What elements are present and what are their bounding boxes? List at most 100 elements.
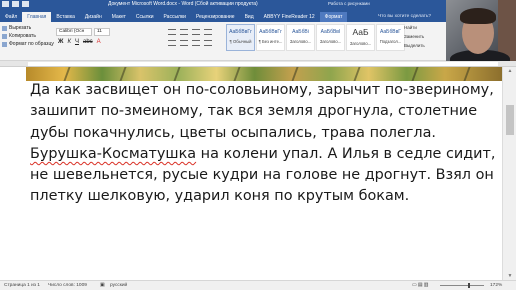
page-count[interactable]: Страница 1 из 1 [4, 283, 40, 288]
picture-detail [463, 67, 471, 81]
style-subtitle[interactable]: АаБбВвГ Подзагол... [376, 24, 405, 51]
scroll-up-icon[interactable]: ▲ [506, 68, 514, 74]
brush-icon [2, 41, 7, 47]
document-title: Документ Microsoft Word.docx - Word (Сбо… [108, 1, 258, 7]
webcam-person-hair [460, 8, 496, 24]
spellcheck-icon[interactable]: ▣ [100, 283, 105, 288]
bullets-icon[interactable] [168, 29, 176, 35]
word-count[interactable]: Число слов: 1009 [48, 283, 87, 288]
tab-layout[interactable]: Макет [107, 12, 131, 22]
scroll-thumb[interactable] [506, 105, 514, 135]
picture-detail [119, 67, 127, 81]
scroll-down-icon[interactable]: ▼ [506, 273, 514, 279]
italic-button[interactable]: К [67, 39, 71, 45]
strikethrough-button[interactable]: abc [83, 39, 93, 45]
view-buttons[interactable]: ▭ ▤ ▥ [412, 283, 428, 288]
style-heading-1[interactable]: АаБбВі Заголово... [286, 24, 315, 51]
tab-design[interactable]: Дизайн [80, 12, 107, 22]
tab-home[interactable]: Главная [22, 12, 52, 22]
context-title: Работа с рисунками [328, 1, 370, 6]
style-name: Заголово... [289, 39, 312, 44]
format-painter-label: Формат по образцу [9, 41, 54, 47]
font-size-select[interactable]: 11 [94, 28, 110, 36]
font-color-button[interactable]: A [97, 39, 101, 45]
style-title[interactable]: АаБ Заголово... [346, 24, 375, 51]
replace-button[interactable]: Заменить [404, 34, 425, 43]
multilevel-list-icon[interactable] [192, 29, 200, 35]
tab-references[interactable]: Ссылки [131, 12, 159, 22]
style-sample: АаБ [352, 27, 369, 37]
tab-abbyy[interactable]: ABBYY FineReader 12 [259, 12, 320, 22]
scissors-icon [2, 25, 7, 31]
styles-gallery: АаБбВвГг ¶ Обычный АаБбВвГг ¶ Без инте... … [226, 24, 406, 51]
webcam-overlay [446, 0, 516, 62]
cut-label: Вырезать [9, 25, 32, 31]
tell-me-search[interactable]: Что вы хотите сделать? [378, 14, 431, 19]
justify-icon[interactable] [204, 40, 212, 46]
save-icon[interactable] [2, 1, 9, 7]
copy-label: Копировать [9, 33, 36, 39]
ribbon-tabs: Файл Главная Вставка Дизайн Макет Ссылки… [0, 12, 348, 22]
align-center-icon[interactable] [180, 40, 188, 46]
select-button[interactable]: Выделить [404, 43, 425, 52]
decrease-indent-icon[interactable] [204, 29, 212, 35]
zoom-slider-handle[interactable] [468, 283, 470, 288]
tab-mailings[interactable]: Рассылки [159, 12, 191, 22]
document-picture[interactable] [26, 67, 502, 81]
tab-file[interactable]: Файл [0, 12, 22, 22]
underline-button[interactable]: Ч [75, 39, 79, 45]
zoom-slider[interactable] [440, 285, 484, 286]
style-sample: АаБбВвІ [320, 29, 341, 35]
editing-group: Найти Заменить Выделить [404, 25, 425, 52]
picture-detail [63, 67, 71, 81]
picture-detail [233, 67, 241, 81]
language[interactable]: русский [110, 283, 127, 288]
font-name-select[interactable]: Calibri (Осн [56, 28, 92, 36]
picture-detail [411, 67, 419, 81]
style-name: Заголово... [349, 41, 372, 46]
format-painter-button[interactable]: Формат по образцу [2, 40, 54, 48]
numbering-icon[interactable] [180, 29, 188, 35]
picture-detail [353, 67, 361, 81]
style-name: ¶ Обычный [229, 39, 252, 44]
align-right-icon[interactable] [192, 40, 200, 46]
copy-icon [2, 33, 7, 39]
quick-access-toolbar [2, 1, 29, 9]
style-name: Подзагол... [379, 39, 402, 44]
find-button[interactable]: Найти [404, 25, 425, 34]
cut-button[interactable]: Вырезать [2, 24, 54, 32]
text-line: зашипит по-змеиному, так вся земля дрогн… [30, 103, 478, 120]
tab-format[interactable]: Формат [319, 12, 348, 22]
text-line: Да как засвищет он по-соловьиному, зарыч… [30, 82, 494, 98]
picture-detail [173, 67, 181, 81]
style-sample: АаБбВвГ [379, 29, 401, 35]
undo-icon[interactable] [12, 1, 19, 7]
style-normal[interactable]: АаБбВвГг ¶ Обычный [226, 24, 255, 51]
style-name: Заголово... [319, 39, 342, 44]
font-format-buttons: Ж К Ч abc A [58, 39, 101, 45]
tab-review[interactable]: Рецензирование [191, 12, 240, 22]
text-line-rest: на колени упал. А Илья в седле сидит, [196, 145, 496, 162]
style-sample: АаБбВі [292, 29, 309, 35]
document-text[interactable]: Да как засвищет он по-соловьиному, зарыч… [30, 80, 500, 208]
picture-detail [291, 67, 299, 81]
misspelled-word[interactable]: Бурушка-Косматушка [30, 146, 196, 162]
align-left-icon[interactable] [168, 40, 176, 46]
text-line: плетку шелковую, ударил коня по крутым б… [30, 188, 410, 205]
style-no-spacing[interactable]: АаБбВвГг ¶ Без инте... [256, 24, 285, 51]
vertical-scrollbar[interactable]: ▲ ▼ [502, 67, 516, 280]
style-sample: АаБбВвГг [229, 29, 252, 35]
style-heading-2[interactable]: АаБбВвІ Заголово... [316, 24, 345, 51]
style-name: ¶ Без инте... [258, 39, 283, 44]
tab-view[interactable]: Вид [240, 12, 259, 22]
tab-insert[interactable]: Вставка [51, 12, 80, 22]
zoom-level[interactable]: 172% [490, 283, 502, 288]
style-sample: АаБбВвГг [259, 29, 282, 35]
title-bar: Документ Microsoft Word.docx - Word (Сбо… [0, 0, 516, 22]
bold-button[interactable]: Ж [58, 39, 63, 45]
redo-icon[interactable] [22, 1, 29, 7]
copy-button[interactable]: Копировать [2, 32, 54, 40]
ruler-scale [28, 62, 498, 66]
list-buttons [168, 29, 212, 35]
text-line: дубы покачнулись, цветы осыпались, трава… [30, 124, 436, 141]
